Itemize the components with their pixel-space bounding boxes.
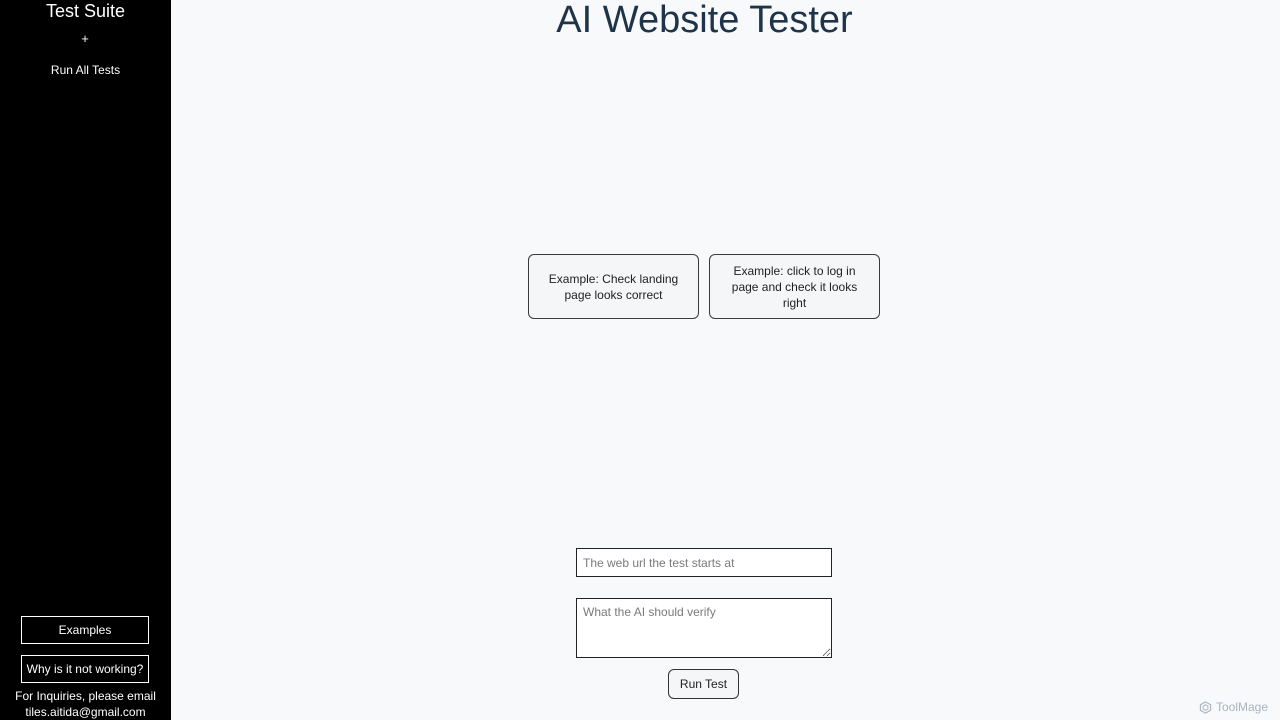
watermark: ToolMage <box>1199 700 1268 714</box>
hexagon-logo-icon <box>1199 700 1212 714</box>
examples-button[interactable]: Examples <box>21 616 149 644</box>
sidebar-title: Test Suite <box>45 1 126 21</box>
app-root: Test Suite + Run All Tests Examples Why … <box>0 0 1280 720</box>
page-title: AI Website Tester <box>556 0 853 41</box>
watermark-text: ToolMage <box>1215 700 1268 714</box>
example-card-landing[interactable]: Example: Check landing page looks correc… <box>528 254 699 319</box>
add-test-button[interactable]: + <box>70 31 100 47</box>
sidebar: Test Suite + Run All Tests Examples Why … <box>0 0 171 720</box>
run-all-tests-button[interactable]: Run All Tests <box>20 62 151 78</box>
inquiries-text: For Inquiries, please email <box>15 689 156 703</box>
inquiries-email-link[interactable]: tiles.aitida@gmail.com <box>25 705 145 719</box>
verify-input[interactable] <box>576 598 832 658</box>
run-test-button[interactable]: Run Test <box>668 669 739 699</box>
example-card-login[interactable]: Example: click to log in page and check … <box>709 254 880 319</box>
url-input[interactable] <box>576 548 832 577</box>
inquiries-footer: For Inquiries, please email tiles.aitida… <box>0 688 171 720</box>
why-not-working-button[interactable]: Why is it not working? <box>21 655 149 683</box>
